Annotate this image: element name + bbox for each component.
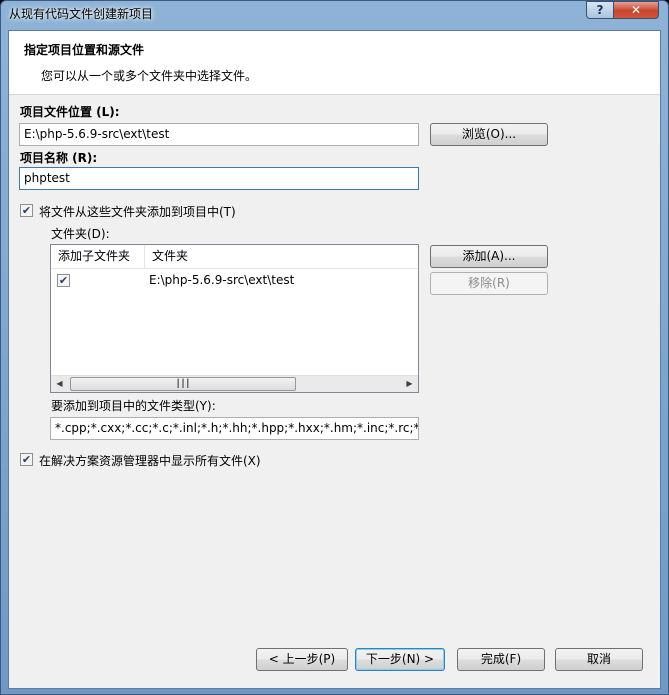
checkmark-icon: ✔ [21, 204, 32, 217]
file-types-input[interactable]: *.cpp;*.cxx;*.cc;*.c;*.inl;*.h;*.hh;*.hp… [50, 417, 419, 440]
add-files-checkbox[interactable]: ✔ [20, 204, 33, 217]
wizard-header: 指定项目位置和源文件 您可以从一个或多个文件夹中选择文件。 [9, 31, 660, 95]
page-subtitle: 您可以从一个或多个文件夹中选择文件。 [41, 69, 258, 83]
folders-label: 文件夹(D): [51, 227, 110, 241]
project-name-input[interactable]: phptest [19, 167, 419, 190]
column-header-subfolders[interactable]: 添加子文件夹 [51, 245, 145, 268]
project-name-label: 项目名称 (R): [20, 151, 98, 165]
show-all-files-label: 在解决方案资源管理器中显示所有文件(X) [39, 454, 261, 468]
help-button[interactable]: ? [586, 1, 614, 19]
project-location-input[interactable]: E:\php-5.6.9-src\ext\test [19, 123, 419, 146]
checkmark-icon: ✔ [58, 274, 69, 287]
include-subfolders-checkbox[interactable]: ✔ [57, 274, 70, 287]
list-item[interactable]: ✔ E:\php-5.6.9-src\ext\test [51, 269, 418, 293]
folders-list-header: 添加子文件夹 文件夹 [51, 245, 418, 269]
file-types-label: 要添加到项目中的文件类型(Y): [51, 399, 216, 413]
checkmark-icon: ✔ [21, 453, 32, 466]
window-title: 从现有代码文件创建新项目 [9, 7, 154, 21]
next-button[interactable]: 下一步(N) > [355, 648, 445, 671]
page-title: 指定项目位置和源文件 [24, 43, 145, 57]
finish-button[interactable]: 完成(F) [457, 648, 545, 671]
horizontal-scrollbar[interactable]: ◀ ┃┃┃ ▶ [51, 375, 418, 392]
cancel-button[interactable]: 取消 [555, 648, 643, 671]
folder-path: E:\php-5.6.9-src\ext\test [149, 273, 295, 287]
column-header-folder[interactable]: 文件夹 [145, 245, 418, 268]
add-folder-button[interactable]: 添加(A)... [430, 245, 548, 268]
scroll-left-icon[interactable]: ◀ [51, 376, 68, 392]
close-button[interactable]: ✕ [613, 1, 659, 19]
folders-list[interactable]: 添加子文件夹 文件夹 ✔ E:\php-5.6.9-src\ext\test ◀… [50, 244, 419, 393]
remove-folder-button[interactable]: 移除(R) [430, 272, 548, 295]
scroll-thumb[interactable]: ┃┃┃ [70, 377, 296, 391]
browse-button[interactable]: 浏览(O)... [430, 123, 548, 146]
show-all-files-checkbox[interactable]: ✔ [20, 453, 33, 466]
add-files-label: 将文件从这些文件夹添加到项目中(T) [39, 205, 236, 219]
project-location-label: 项目文件位置 (L): [20, 105, 120, 119]
title-bar[interactable]: 从现有代码文件创建新项目 ? ✕ [1, 1, 668, 29]
grip-icon: ┃┃┃ [175, 379, 191, 388]
dialog-client-area: 指定项目位置和源文件 您可以从一个或多个文件夹中选择文件。 项目文件位置 (L)… [8, 30, 661, 689]
dialog-window: 从现有代码文件创建新项目 ? ✕ 指定项目位置和源文件 您可以从一个或多个文件夹… [0, 0, 669, 695]
scroll-right-icon[interactable]: ▶ [401, 376, 418, 392]
back-button[interactable]: < 上一步(P) [256, 648, 348, 671]
